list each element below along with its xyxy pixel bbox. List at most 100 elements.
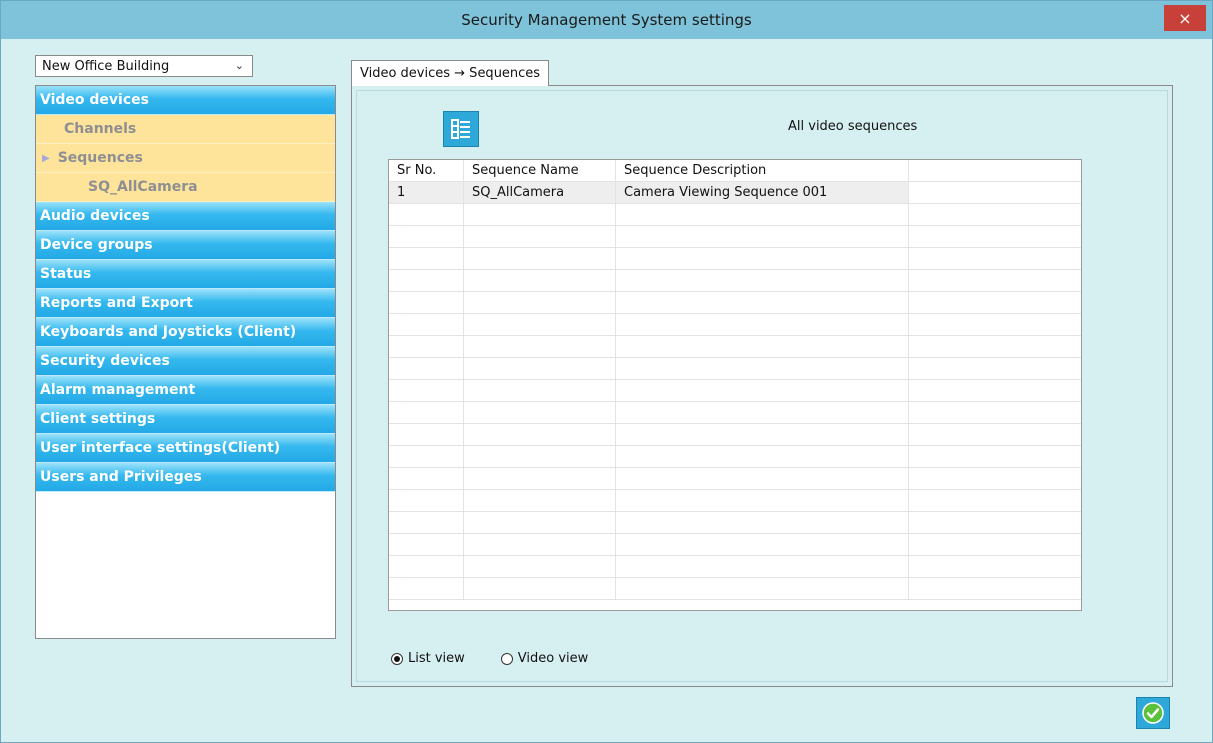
checkmark-icon [1142,702,1164,724]
nav-video-devices[interactable]: Video devices [36,86,335,115]
table-row[interactable]: 1 SQ_AllCamera Camera Viewing Sequence 0… [389,182,1081,204]
expanded-triangle-icon: ▶ [42,152,50,164]
empty-table-row [389,468,1081,490]
empty-cell [616,380,909,401]
title-bar: Security Management System settings × [1,1,1212,39]
empty-cell [909,578,1081,599]
empty-table-row [389,292,1081,314]
settings-nav: Video devices Channels ▶ Sequences SQ_Al… [35,85,336,639]
nav-users-privileges[interactable]: Users and Privileges [36,463,335,492]
list-view-radio[interactable]: List view [391,651,465,666]
nav-label: Channels [64,121,137,137]
empty-cell [909,292,1081,313]
view-mode-group: List view Video view [391,651,624,666]
empty-table-row [389,424,1081,446]
nav-ui-settings[interactable]: User interface settings(Client) [36,434,335,463]
video-view-radio[interactable]: Video view [500,651,589,666]
empty-cell [909,402,1081,423]
building-select[interactable]: New Office Building ⌄ [35,55,253,77]
empty-cell [389,468,464,489]
empty-cell [616,490,909,511]
empty-cell [616,292,909,313]
empty-cell [389,490,464,511]
nav-device-groups[interactable]: Device groups [36,231,335,260]
nav-label: Status [40,266,92,282]
empty-cell [909,468,1081,489]
column-header-sr-no[interactable]: Sr No. [389,160,464,181]
nav-alarm-management[interactable]: Alarm management [36,376,335,405]
empty-cell [389,204,464,225]
empty-cell [909,204,1081,225]
empty-cell [464,270,616,291]
radio-selected-icon [391,652,403,665]
ok-button[interactable] [1136,697,1170,729]
nav-label: Security devices [40,353,170,369]
empty-cell [909,336,1081,357]
empty-cell [616,226,909,247]
empty-cell [909,534,1081,555]
nav-reports-export[interactable]: Reports and Export [36,289,335,318]
empty-cell [464,446,616,467]
empty-cell [464,490,616,511]
cell-sequence-name: SQ_AllCamera [464,182,616,203]
nav-sequence-sq-allcamera[interactable]: SQ_AllCamera [36,173,335,202]
cell-empty [909,182,1081,203]
empty-cell [389,556,464,577]
empty-cell [389,534,464,555]
column-header-sequence-description[interactable]: Sequence Description [616,160,909,181]
empty-cell [909,314,1081,335]
empty-cell [616,336,909,357]
empty-cell [464,380,616,401]
nav-security-devices[interactable]: Security devices [36,347,335,376]
nav-label: Alarm management [40,382,196,398]
nav-audio-devices[interactable]: Audio devices [36,202,335,231]
list-view-button[interactable] [443,111,479,147]
nav-channels[interactable]: Channels [36,115,335,144]
empty-cell [464,468,616,489]
empty-cell [616,358,909,379]
cell-sequence-description: Camera Viewing Sequence 001 [616,182,909,203]
empty-cell [389,578,464,599]
list-view-icon [451,119,470,139]
radio-unselected-icon [500,652,513,665]
empty-cell [616,204,909,225]
empty-cell [909,424,1081,445]
empty-table-row [389,446,1081,468]
empty-table-row [389,512,1081,534]
empty-cell [389,336,464,357]
empty-table-row [389,534,1081,556]
empty-cell [464,424,616,445]
nav-label: Video devices [40,92,149,108]
tab-video-sequences[interactable]: Video devices → Sequences [351,60,550,86]
empty-cell [389,358,464,379]
nav-label: Keyboards and Joysticks (Client) [40,324,297,340]
nav-label: User interface settings(Client) [40,440,281,456]
nav-sequences[interactable]: ▶ Sequences [36,144,335,173]
nav-client-settings[interactable]: Client settings [36,405,335,434]
empty-cell [909,248,1081,269]
nav-label: SQ_AllCamera [88,179,198,195]
sequences-panel: All video sequences Sr No. Sequence Name… [351,85,1173,687]
empty-cell [389,248,464,269]
empty-table-row [389,358,1081,380]
nav-status[interactable]: Status [36,260,335,289]
close-button[interactable]: × [1164,5,1206,31]
empty-cell [616,578,909,599]
nav-label: Device groups [40,237,153,253]
empty-cell [464,336,616,357]
empty-cell [389,402,464,423]
empty-rows [389,204,1081,600]
chevron-down-icon: ⌄ [234,59,244,72]
empty-table-row [389,314,1081,336]
tab-label: Video devices → Sequences [360,66,541,81]
empty-cell [616,248,909,269]
nav-label: Users and Privileges [40,469,202,485]
settings-window: Security Management System settings × Ne… [0,0,1213,743]
empty-cell [464,556,616,577]
empty-cell [909,270,1081,291]
column-header-sequence-name[interactable]: Sequence Name [464,160,616,181]
video-view-label: Video view [517,651,589,666]
empty-cell [464,292,616,313]
cell-sr-no: 1 [389,182,464,203]
nav-keyboards-joysticks[interactable]: Keyboards and Joysticks (Client) [36,318,335,347]
